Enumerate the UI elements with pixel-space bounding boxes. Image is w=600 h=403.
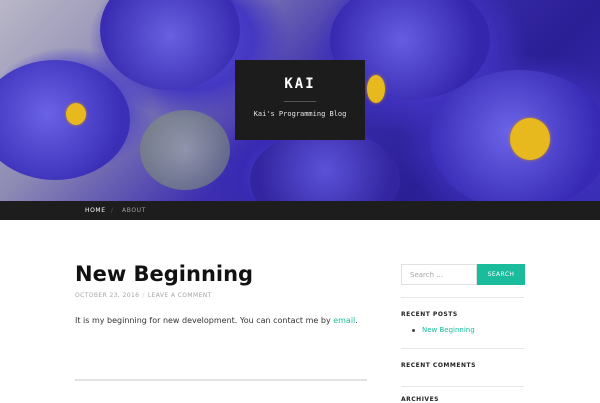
email-link[interactable]: email xyxy=(333,316,355,325)
meta-separator: / xyxy=(142,292,145,299)
widget-divider xyxy=(401,386,524,387)
post-divider xyxy=(75,379,367,381)
site-title[interactable]: KAI xyxy=(235,76,365,92)
widget-divider xyxy=(401,348,524,349)
leave-comment-link[interactable]: LEAVE A COMMENT xyxy=(148,292,212,299)
site-title-box[interactable]: KAI Kai's Programming Blog xyxy=(235,60,365,140)
nav-item-home[interactable]: HOME xyxy=(85,207,106,214)
nav-separator: / xyxy=(111,207,114,214)
post-body-end: . xyxy=(355,316,358,325)
title-divider xyxy=(284,101,316,102)
recent-post-item[interactable]: New Beginning xyxy=(412,326,475,334)
recent-posts-title: RECENT POSTS xyxy=(401,311,458,318)
recent-comments-title: RECENT COMMENTS xyxy=(401,362,476,369)
nav-item-about[interactable]: ABOUT xyxy=(122,207,146,214)
post-title[interactable]: New Beginning xyxy=(75,262,253,286)
search-input[interactable]: Search ... xyxy=(401,264,477,285)
main-navigation: HOME / ABOUT xyxy=(0,201,600,220)
post-content: It is my beginning for new development. … xyxy=(75,316,358,325)
site-description: Kai's Programming Blog xyxy=(253,110,347,118)
widget-divider xyxy=(401,297,524,298)
recent-post-link[interactable]: New Beginning xyxy=(422,326,475,334)
header-image: KAI Kai's Programming Blog xyxy=(0,0,600,201)
post-date[interactable]: OCTOBER 23, 2016 xyxy=(75,292,139,299)
post-body-text: It is my beginning for new development. … xyxy=(75,316,334,325)
post-meta: OCTOBER 23, 2016/LEAVE A COMMENT xyxy=(75,292,212,299)
search-button[interactable]: SEARCH xyxy=(477,264,525,285)
